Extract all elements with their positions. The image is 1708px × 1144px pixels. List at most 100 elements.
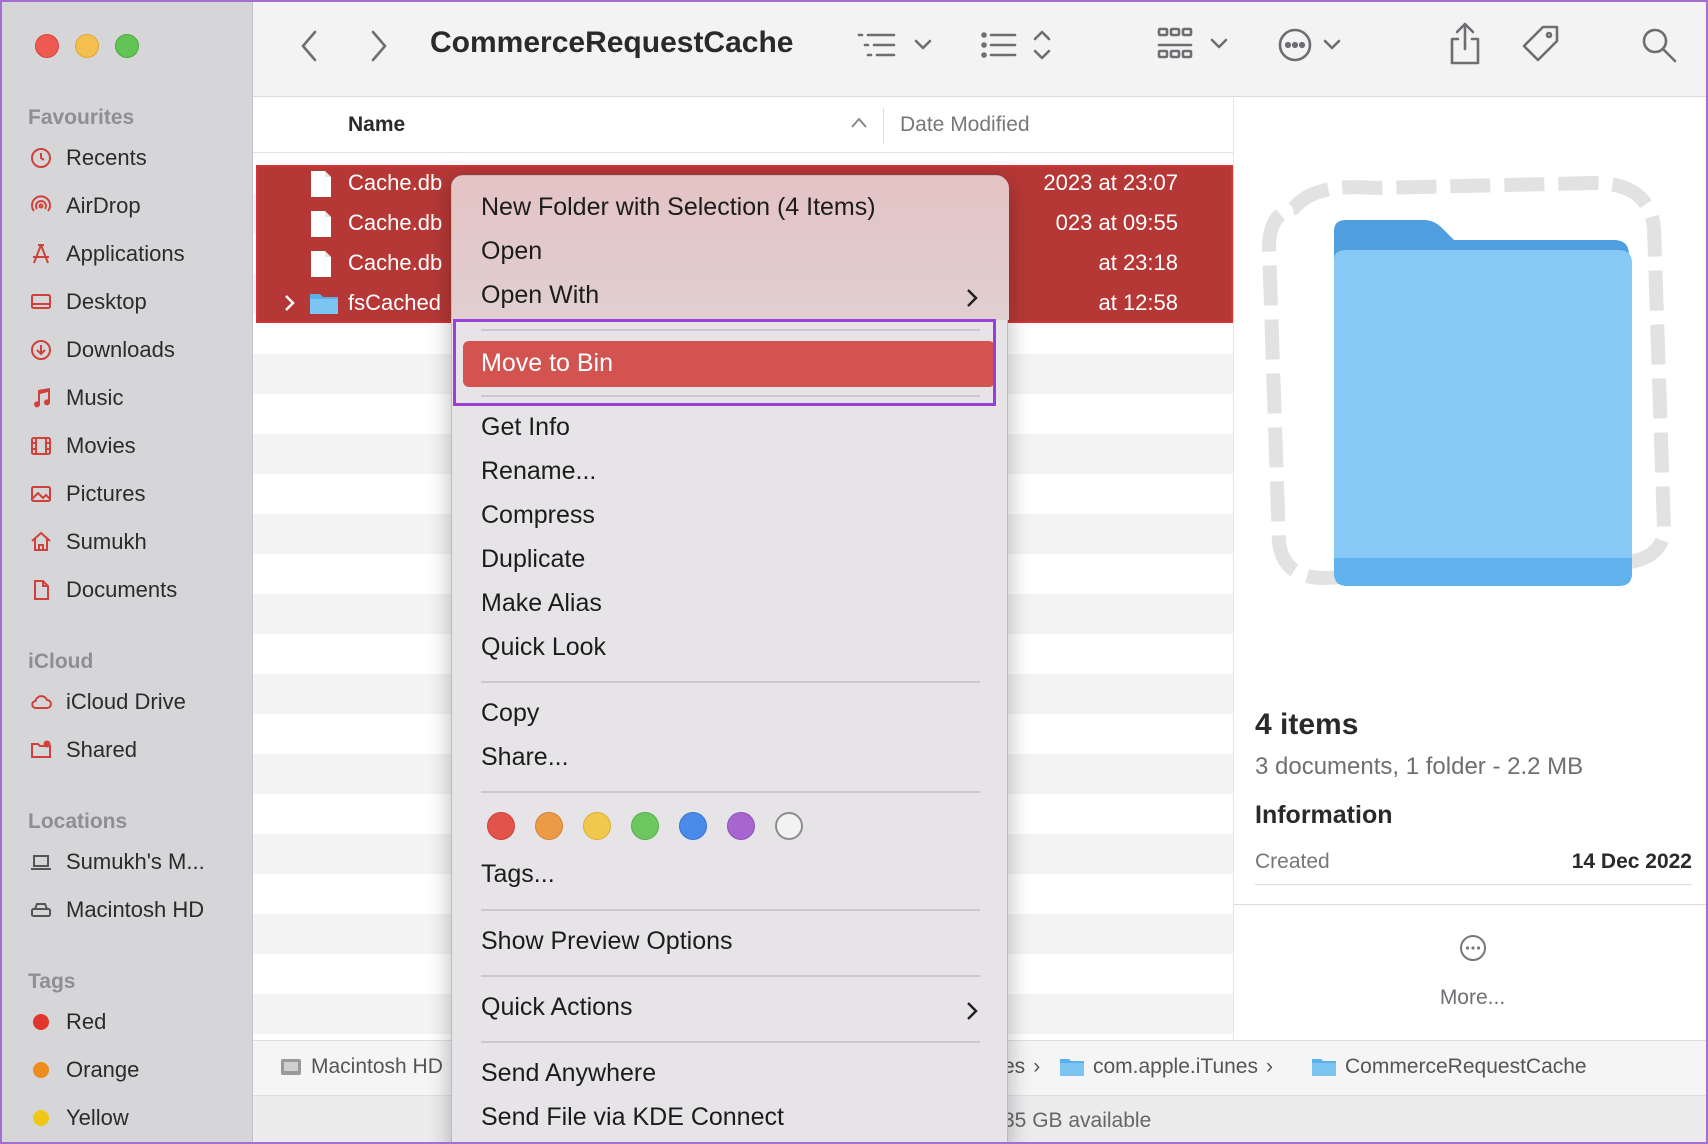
annotation-highlight-frame [453, 319, 996, 406]
date-modified-column-header[interactable]: Date Modified [900, 113, 1030, 137]
grid-icon [1157, 27, 1228, 59]
sidebar-item-sumukhs-mac[interactable]: Sumukh's M... [28, 845, 205, 879]
menu-item-quick-look[interactable]: Quick Look [481, 633, 606, 662]
sidebar-item-label: Recents [66, 145, 147, 170]
disk-icon [28, 897, 54, 923]
stacked-folder-preview-icon [1261, 175, 1672, 586]
zoom-button[interactable] [115, 34, 139, 58]
path-segment-partial[interactable]: es › [1003, 1055, 1040, 1079]
menu-item-send-file-via-kde-connect[interactable]: Send File via KDE Connect [481, 1103, 784, 1132]
sidebar: Favourites Recents AirDrop Applications … [2, 2, 253, 1142]
picture-icon [28, 481, 54, 507]
path-segment-current[interactable]: CommerceRequestCache [1311, 1055, 1587, 1079]
menu-item-rename[interactable]: Rename... [481, 457, 596, 486]
download-icon [28, 337, 54, 363]
menu-item-quick-actions[interactable]: Quick Actions [481, 993, 632, 1022]
menu-item-open[interactable]: Open [481, 237, 542, 266]
blue-tag-icon[interactable] [679, 812, 707, 840]
menu-item-make-alias[interactable]: Make Alias [481, 589, 602, 618]
sidebar-item-label: Sumukh [66, 529, 147, 554]
sidebar-tag-yellow[interactable]: Yellow [28, 1101, 129, 1135]
red-tag-icon[interactable] [487, 812, 515, 840]
menu-item-get-info[interactable]: Get Info [481, 413, 570, 442]
document-icon [28, 577, 54, 603]
list-view-icon [857, 33, 932, 57]
context-menu: New Folder with Selection (4 Items) Open… [451, 175, 1009, 1142]
yellow-tag-icon[interactable] [583, 812, 611, 840]
more-button[interactable]: More... [1234, 986, 1706, 1010]
more-ellipsis-icon[interactable] [1459, 934, 1487, 962]
menu-item-share[interactable]: Share... [481, 743, 569, 772]
sidebar-item-label: iCloud Drive [66, 689, 186, 714]
document-file-icon [311, 171, 331, 197]
path-segment-root[interactable]: Macintosh HD [279, 1055, 443, 1079]
menu-item-compress[interactable]: Compress [481, 501, 595, 530]
menu-item-send-anywhere[interactable]: Send Anywhere [481, 1059, 656, 1088]
minimize-button[interactable] [75, 34, 99, 58]
path-segment-itunes[interactable]: com.apple.iTunes › [1059, 1055, 1273, 1079]
sidebar-item-recents[interactable]: Recents [28, 141, 147, 175]
clock-icon [28, 145, 54, 171]
path-separator-icon: › [1033, 1055, 1041, 1078]
close-button[interactable] [35, 34, 59, 58]
view-options-button[interactable] [856, 30, 936, 60]
sidebar-item-shared[interactable]: Shared [28, 733, 137, 767]
menu-separator [481, 1041, 980, 1043]
sidebar-item-movies[interactable]: Movies [28, 429, 136, 463]
laptop-icon [28, 849, 54, 875]
forward-button[interactable] [367, 28, 391, 64]
menu-item-show-preview-options[interactable]: Show Preview Options [481, 927, 733, 956]
name-column-header[interactable]: Name [348, 113, 405, 137]
tag-button[interactable] [1521, 24, 1561, 64]
menu-item-open-with[interactable]: Open With [481, 281, 599, 310]
sidebar-item-pictures[interactable]: Pictures [28, 477, 145, 511]
folder-icon [1060, 1059, 1084, 1076]
disclosure-chevron-icon[interactable] [283, 293, 297, 313]
sidebar-item-documents[interactable]: Documents [28, 573, 177, 607]
menu-separator [481, 975, 980, 977]
menu-separator [481, 791, 980, 793]
sidebar-item-macintosh-hd[interactable]: Macintosh HD [28, 893, 204, 927]
search-button[interactable] [1640, 26, 1678, 64]
search-icon [1642, 28, 1677, 63]
sidebar-tag-red[interactable]: Red [28, 1005, 106, 1039]
window-controls [35, 34, 139, 58]
sidebar-item-downloads[interactable]: Downloads [28, 333, 175, 367]
file-name: Cache.db [348, 210, 443, 235]
path-segment-label: CommerceRequestCache [1345, 1055, 1587, 1078]
file-name: Cache.db [348, 170, 443, 195]
group-button[interactable] [979, 26, 1059, 64]
sidebar-item-desktop[interactable]: Desktop [28, 285, 147, 319]
sidebar-item-label: Shared [66, 737, 137, 762]
sidebar-item-icloud-drive[interactable]: iCloud Drive [28, 685, 186, 719]
tag-color-picker [487, 812, 803, 840]
menu-item-duplicate[interactable]: Duplicate [481, 545, 585, 574]
icloud-title: iCloud [28, 650, 94, 673]
orange-tag-icon[interactable] [535, 812, 563, 840]
sidebar-item-label: Yellow [66, 1105, 129, 1130]
sidebar-item-sumukh[interactable]: Sumukh [28, 525, 147, 559]
sidebar-item-label: AirDrop [66, 193, 141, 218]
home-icon [28, 529, 54, 555]
share-icon [1450, 22, 1480, 65]
sidebar-item-applications[interactable]: Applications [28, 237, 185, 271]
back-button[interactable] [297, 28, 321, 64]
icon-view-button[interactable] [1156, 26, 1236, 64]
chevron-left-icon [301, 30, 317, 62]
path-segment-label: com.apple.iTunes [1093, 1055, 1258, 1078]
menu-item-copy[interactable]: Copy [481, 699, 539, 728]
sidebar-item-airdrop[interactable]: AirDrop [28, 189, 141, 223]
sidebar-tag-orange[interactable]: Orange [28, 1053, 139, 1087]
share-button[interactable] [1447, 22, 1483, 66]
menu-item-tags[interactable]: Tags... [481, 860, 555, 889]
purple-tag-icon[interactable] [727, 812, 755, 840]
sidebar-item-music[interactable]: Music [28, 381, 123, 415]
finder-window: Favourites Recents AirDrop Applications … [0, 0, 1708, 1144]
toolbar: CommerceRequestCache [253, 2, 1706, 97]
disk-icon [281, 1059, 301, 1075]
applications-icon [28, 241, 54, 267]
gray-tag-icon[interactable] [775, 812, 803, 840]
green-tag-icon[interactable] [631, 812, 659, 840]
action-button[interactable] [1277, 26, 1347, 64]
menu-item-new-folder-with-selection[interactable]: New Folder with Selection (4 Items) [481, 193, 876, 222]
